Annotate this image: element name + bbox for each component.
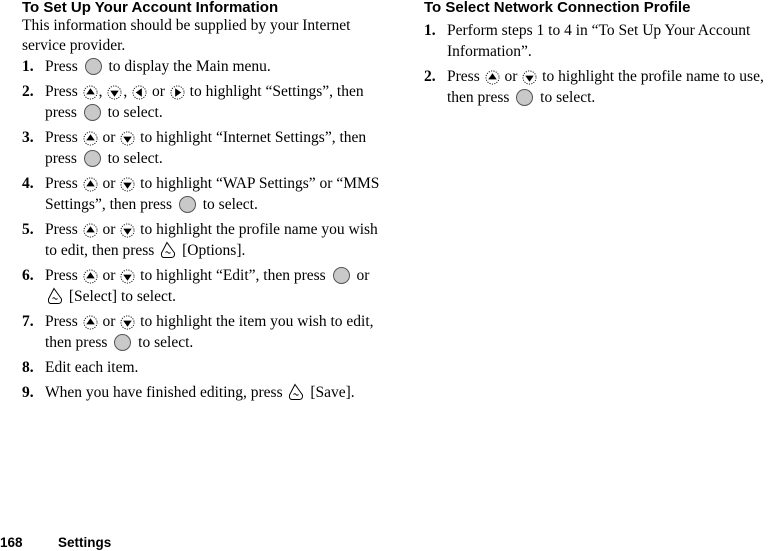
center-key-icon — [83, 104, 101, 121]
step-number: 1. — [22, 58, 34, 75]
step-number: 8. — [22, 359, 34, 376]
nav-down-key-icon — [522, 70, 537, 85]
step-text: Press — [45, 313, 82, 330]
step-text: or — [148, 83, 169, 100]
step-item: 8. Edit each item. — [22, 357, 392, 378]
step-number: 1. — [424, 22, 436, 39]
step-item: 5. Press or to highlight the profile name… — [22, 219, 392, 261]
step-number: 2. — [22, 83, 34, 100]
step-text: , — [98, 83, 107, 100]
soft-key-icon — [47, 287, 63, 305]
nav-down-key-icon — [120, 315, 135, 330]
step-item: 1. Perform steps 1 to 4 in “To Set Up You… — [424, 20, 784, 62]
step-text: or — [98, 267, 120, 284]
nav-up-key-icon — [83, 315, 98, 330]
step-text: [Save]. — [306, 384, 355, 401]
step-text: to select. — [536, 89, 596, 106]
step-item: 1. Press to display the Main menu. — [22, 56, 392, 77]
step-number: 7. — [22, 313, 34, 330]
nav-right-key-icon — [170, 85, 185, 100]
center-key-icon — [332, 267, 350, 284]
step-item: 7. Press or to highlight the item you wis… — [22, 311, 392, 353]
step-text: Press — [45, 58, 82, 75]
nav-up-key-icon — [83, 85, 98, 100]
center-key-icon — [114, 334, 132, 351]
step-item: 6. Press or to highlight “Edit”, then pre… — [22, 265, 392, 307]
step-text: or — [98, 221, 120, 238]
step-number: 3. — [22, 129, 34, 146]
step-item: 2. Press or to highlight the profile name… — [424, 66, 784, 108]
step-number: 6. — [22, 267, 34, 284]
nav-down-key-icon — [120, 131, 135, 146]
center-key-icon — [83, 150, 101, 167]
step-text: or — [98, 313, 120, 330]
step-text: to select. — [198, 196, 258, 213]
step-item: 3. Press or to highlight “Internet Settin… — [22, 127, 392, 169]
step-number: 4. — [22, 175, 34, 192]
step-number: 5. — [22, 221, 34, 238]
nav-up-key-icon — [83, 223, 98, 238]
step-text: to highlight “Edit”, then press — [136, 267, 330, 284]
step-item: 9. When you have finished editing, press … — [22, 382, 392, 403]
nav-up-key-icon — [83, 131, 98, 146]
steps-list: 1. Perform steps 1 to 4 in “To Set Up You… — [424, 20, 784, 108]
step-text: Press — [45, 267, 82, 284]
center-key-icon — [516, 89, 534, 106]
step-text: Press — [45, 83, 82, 100]
step-text: Perform steps 1 to 4 in “To Set Up Your … — [447, 22, 751, 60]
section-title: To Set Up Your Account Information — [22, 0, 279, 16]
nav-up-key-icon — [83, 269, 98, 284]
step-text: Edit each item. — [45, 359, 139, 376]
step-text: or — [98, 175, 120, 192]
nav-down-key-icon — [107, 85, 122, 100]
step-text: or — [500, 68, 522, 85]
nav-up-key-icon — [83, 177, 98, 192]
footer-section-name: Settings — [58, 535, 112, 550]
step-number: 9. — [22, 384, 34, 401]
nav-down-key-icon — [120, 269, 135, 284]
step-text: Press — [45, 221, 82, 238]
step-text: to select. — [103, 150, 163, 167]
step-text: Press — [447, 68, 484, 85]
account-info-section: To Set Up Your Account Information This … — [22, 0, 392, 407]
step-item: 4. Press or to highlight “WAP Settings” o… — [22, 173, 392, 215]
section-title: To Select Network Connection Profile — [424, 0, 691, 16]
step-text: Press — [45, 129, 82, 146]
step-text: to display the Main menu. — [104, 58, 271, 75]
step-text: [Select] to select. — [65, 288, 177, 305]
nav-up-key-icon — [485, 70, 500, 85]
network-profile-section: To Select Network Connection Profile 1. P… — [424, 0, 784, 112]
section-intro: This information should be supplied by y… — [22, 17, 351, 54]
step-text: When you have finished editing, press — [45, 384, 287, 401]
center-key-icon — [178, 196, 196, 213]
soft-key-icon — [160, 241, 176, 259]
step-text: Press — [45, 175, 82, 192]
step-text: to select. — [134, 334, 194, 351]
page-number: 168 — [0, 535, 23, 550]
nav-left-key-icon — [132, 85, 147, 100]
step-text: or — [98, 129, 120, 146]
step-item: 2. Press , , or to highlight “Settings”, … — [22, 81, 392, 123]
step-number: 2. — [424, 68, 436, 85]
center-key-icon — [84, 58, 102, 75]
step-text: [Options]. — [178, 242, 246, 259]
nav-down-key-icon — [120, 177, 135, 192]
nav-down-key-icon — [120, 223, 135, 238]
step-text: to select. — [103, 104, 163, 121]
soft-key-icon — [288, 383, 304, 401]
steps-list: 1. Press to display the Main menu. 2. Pres… — [22, 56, 392, 403]
step-text: , — [123, 83, 132, 100]
step-text: or — [352, 267, 370, 284]
